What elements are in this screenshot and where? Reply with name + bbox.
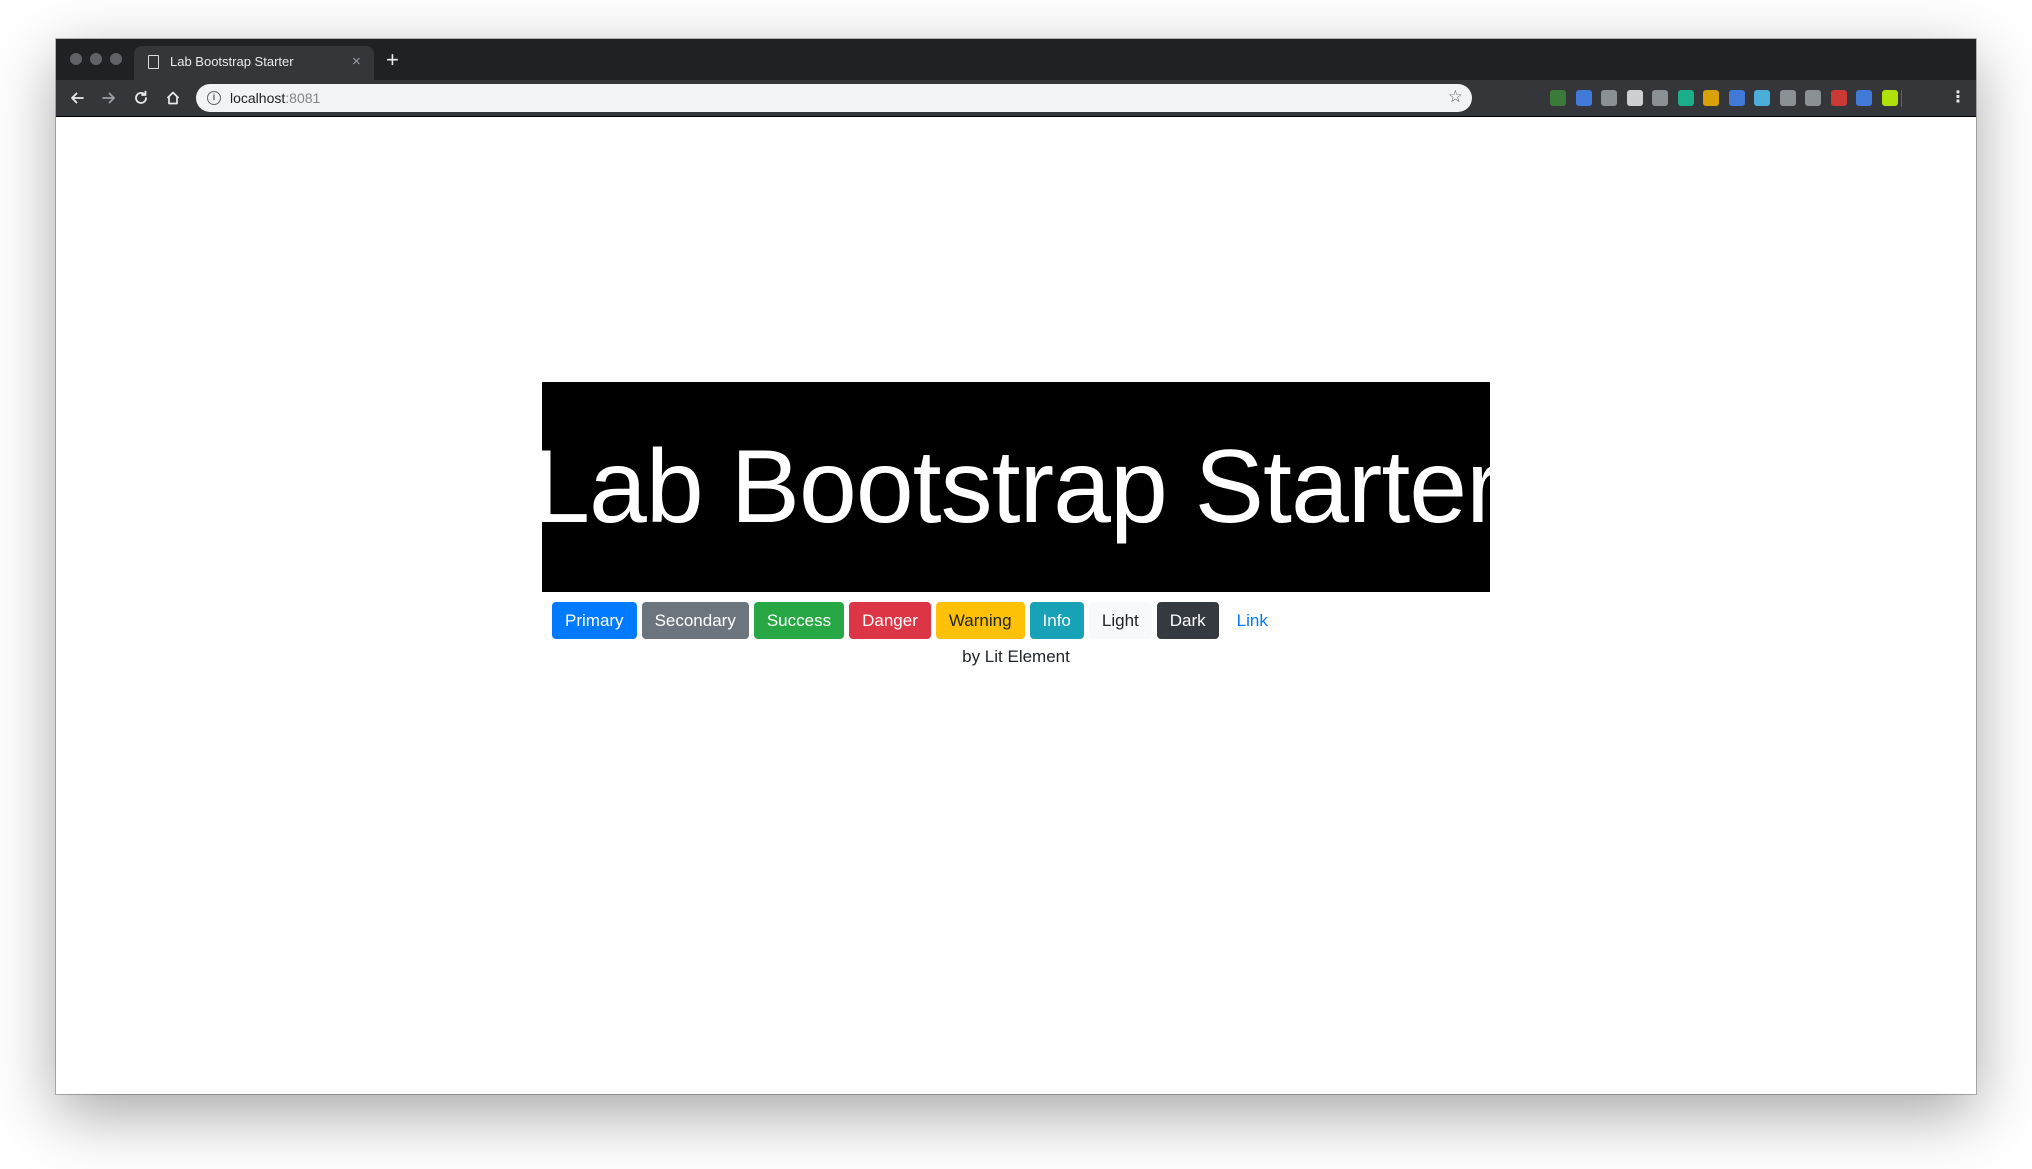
- url-port: :8081: [285, 90, 321, 106]
- primary-button[interactable]: Primary: [552, 602, 637, 639]
- notes-extension-icon[interactable]: [1703, 90, 1719, 106]
- vue-devtools-icon[interactable]: [1779, 90, 1796, 106]
- forward-button[interactable]: [96, 85, 122, 111]
- hero-banner: Lab Bootstrap Starter: [532, 382, 1501, 592]
- reload-button[interactable]: [128, 85, 154, 111]
- browser-toolbar: i localhost:8081 ☆ ⋮: [56, 80, 1976, 116]
- color-picker-icon[interactable]: [1830, 90, 1847, 106]
- page-content: Lab Bootstrap Starter Primary Secondary …: [56, 117, 1976, 1094]
- url-host: localhost: [230, 90, 286, 106]
- home-button[interactable]: [160, 85, 186, 111]
- light-button[interactable]: Light: [1088, 602, 1152, 639]
- tab-strip: Lab Bootstrap Starter × +: [56, 39, 1976, 80]
- tab-title: Lab Bootstrap Starter: [170, 54, 294, 69]
- arrow-left-icon: [71, 92, 84, 104]
- reload-icon: [135, 90, 147, 104]
- extension-icon-9[interactable]: [1754, 90, 1770, 106]
- new-tab-icon[interactable]: +: [386, 49, 399, 71]
- page-icon: [148, 55, 159, 69]
- browser-window: Lab Bootstrap Starter × + i localhost:80…: [56, 39, 1976, 1094]
- back-button[interactable]: [64, 85, 90, 111]
- grammarly-icon[interactable]: [1677, 90, 1694, 106]
- address-bar[interactable]: i localhost:8081 ☆: [196, 84, 1472, 112]
- nodejs-extension-icon[interactable]: [1550, 90, 1566, 106]
- minimize-window-button[interactable]: [90, 53, 102, 65]
- info-icon[interactable]: i: [207, 91, 221, 105]
- extension-icon-14[interactable]: [1881, 90, 1898, 106]
- secondary-button[interactable]: Secondary: [641, 602, 749, 639]
- camera-extension-icon[interactable]: [1601, 90, 1617, 106]
- arrow-right-icon: [102, 92, 115, 104]
- toolbar-divider: [1901, 90, 1902, 107]
- page-title: Lab Bootstrap Starter: [532, 429, 1501, 545]
- browser-menu-icon[interactable]: ⋮: [1950, 88, 1966, 108]
- danger-button[interactable]: Danger: [849, 602, 931, 639]
- bookmark-star-icon[interactable]: ☆: [1448, 87, 1463, 107]
- close-tab-icon[interactable]: ×: [352, 52, 361, 72]
- extension-icon-13[interactable]: [1856, 90, 1872, 106]
- maximize-window-button[interactable]: [110, 53, 122, 65]
- link-button[interactable]: Link: [1224, 602, 1281, 639]
- extension-icon-2[interactable]: [1575, 90, 1592, 106]
- dark-button[interactable]: Dark: [1156, 602, 1219, 639]
- url-text: localhost:8081: [230, 90, 320, 106]
- success-button[interactable]: Success: [753, 602, 845, 639]
- home-icon: [166, 91, 180, 105]
- extension-icon-11[interactable]: [1805, 90, 1821, 106]
- info-button[interactable]: Info: [1029, 602, 1084, 639]
- byline-text: by Lit Element: [962, 647, 1070, 666]
- code-extension-icon[interactable]: [1652, 90, 1668, 106]
- react-devtools-icon[interactable]: [1626, 90, 1643, 106]
- close-window-button[interactable]: [70, 53, 82, 65]
- tab-active[interactable]: Lab Bootstrap Starter ×: [134, 46, 374, 80]
- extension-icon-8[interactable]: [1728, 90, 1745, 106]
- button-row: Primary Secondary Success Danger Warning…: [552, 602, 1281, 639]
- warning-button[interactable]: Warning: [935, 602, 1025, 639]
